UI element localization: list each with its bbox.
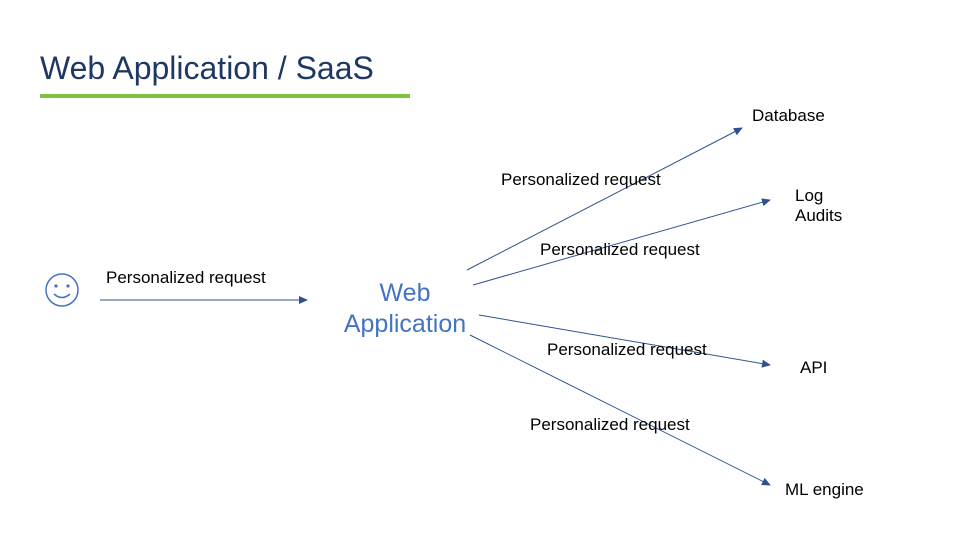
target-api: API <box>800 358 827 378</box>
target-log-line2: Audits <box>795 206 842 226</box>
page-title: Web Application / SaaS <box>40 50 374 87</box>
edge-label-web-to-logs: Personalized request <box>540 240 700 260</box>
target-ml: ML engine <box>785 480 864 500</box>
target-log-line1: Log <box>795 186 823 206</box>
edge-label-web-to-ml: Personalized request <box>530 415 690 435</box>
center-node-web-application: Web Application <box>330 278 480 341</box>
edge-label-user-to-web: Personalized request <box>106 268 266 288</box>
title-underline <box>40 94 410 98</box>
target-database: Database <box>752 106 825 126</box>
edge-label-web-to-database: Personalized request <box>501 170 661 190</box>
center-node-line2: Application <box>330 309 480 340</box>
center-node-line1: Web <box>330 278 480 309</box>
user-smiley-icon <box>44 272 80 313</box>
edge-label-web-to-api: Personalized request <box>547 340 707 360</box>
